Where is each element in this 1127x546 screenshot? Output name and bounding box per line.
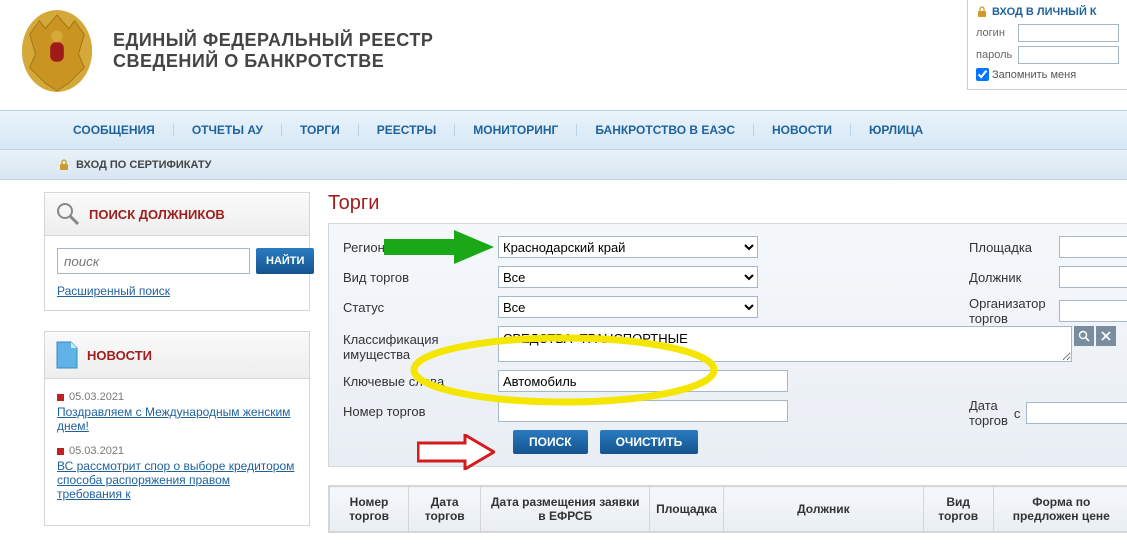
- news-item: 05.03.2021 Поздравляем с Международным ж…: [57, 391, 297, 433]
- platform-input[interactable]: [1059, 236, 1127, 258]
- page-header: ЕДИНЫЙ ФЕДЕРАЛЬНЫЙ РЕЕСТР СВЕДЕНИЙ О БАН…: [0, 0, 1127, 110]
- nav-item-registries[interactable]: РЕЕСТРЫ: [359, 124, 455, 136]
- col-pub-date: Дата размещения заявки в ЕФРСБ: [481, 487, 650, 532]
- platform-label: Площадка: [969, 240, 1059, 255]
- find-button[interactable]: НАЙТИ: [256, 248, 314, 274]
- annotation-red-arrow-icon: [417, 434, 495, 470]
- organizer-label: Организатор торгов: [969, 296, 1059, 326]
- trade-date-label: Дата торгов: [969, 398, 1008, 428]
- lock-icon: [976, 6, 988, 18]
- annotation-green-arrow-icon: [384, 230, 494, 264]
- keywords-label: Ключевые слова: [343, 374, 498, 389]
- advanced-search-link[interactable]: Расширенный поиск: [57, 284, 170, 298]
- date-from-label: с: [1014, 406, 1021, 421]
- col-trade-type: Вид торгов: [923, 487, 993, 532]
- filter-form: Регион Краснодарский край Вид торгов Все…: [328, 223, 1127, 467]
- keywords-input[interactable]: [498, 370, 788, 392]
- news-link[interactable]: Поздравляем с Международным женским днем…: [57, 405, 297, 433]
- main-nav: СООБЩЕНИЯ ОТЧЕТЫ АУ ТОРГИ РЕЕСТРЫ МОНИТО…: [0, 110, 1127, 150]
- news-title: НОВОСТИ: [87, 348, 152, 363]
- search-button[interactable]: ПОИСК: [513, 430, 588, 454]
- nav-item-messages[interactable]: СООБЩЕНИЯ: [55, 124, 174, 136]
- region-select[interactable]: Краснодарский край: [498, 236, 758, 258]
- remember-checkbox[interactable]: [976, 68, 989, 81]
- debtor-search-input[interactable]: [57, 248, 250, 274]
- document-icon: [55, 340, 79, 370]
- login-label: логин: [976, 27, 1018, 39]
- organizer-input[interactable]: [1059, 300, 1127, 322]
- classification-label: Классификация имущества: [343, 326, 498, 362]
- col-platform: Площадка: [650, 487, 724, 532]
- cert-bar-text: ВХОД ПО СЕРТИФИКАТУ: [76, 159, 211, 171]
- nav-item-news[interactable]: НОВОСТИ: [754, 124, 851, 136]
- lock-icon: [58, 159, 70, 171]
- trade-no-input[interactable]: [498, 400, 788, 422]
- col-debtor: Должник: [723, 487, 923, 532]
- magnifier-icon: [55, 201, 81, 227]
- login-input[interactable]: [1018, 24, 1119, 42]
- news-date: 05.03.2021: [57, 445, 297, 457]
- password-input[interactable]: [1018, 46, 1119, 64]
- col-offer-form: Форма по предложен цене: [993, 487, 1127, 532]
- nav-item-legal[interactable]: ЮРЛИЦА: [851, 124, 941, 136]
- trade-type-select[interactable]: Все: [498, 266, 758, 288]
- news-item: 05.03.2021 ВС рассмотрит спор о выборе к…: [57, 445, 297, 501]
- trade-no-label: Номер торгов: [343, 404, 498, 419]
- nav-item-monitoring[interactable]: МОНИТОРИНГ: [455, 124, 577, 136]
- debtor-search-panel: ПОИСК ДОЛЖНИКОВ НАЙТИ Расширенный поиск: [44, 192, 310, 311]
- clear-button[interactable]: ОЧИСТИТЬ: [600, 430, 699, 454]
- results-table: Номер торгов Дата торгов Дата размещения…: [328, 485, 1127, 533]
- status-select[interactable]: Все: [498, 296, 758, 318]
- debtor-label: Должник: [969, 270, 1059, 285]
- coat-of-arms-icon: [18, 6, 96, 96]
- debtor-input[interactable]: [1059, 266, 1127, 288]
- news-panel: НОВОСТИ 05.03.2021 Поздравляем с Междуна…: [44, 331, 310, 526]
- cert-login-bar[interactable]: ВХОД ПО СЕРТИФИКАТУ: [0, 150, 1127, 180]
- nav-item-trades[interactable]: ТОРГИ: [282, 124, 359, 136]
- login-widget: ВХОД В ЛИЧНЫЙ К логин пароль Запомнить м…: [967, 0, 1127, 90]
- remember-label: Запомнить меня: [992, 69, 1076, 81]
- col-trade-date: Дата торгов: [409, 487, 481, 532]
- col-trade-no: Номер торгов: [330, 487, 409, 532]
- debtor-search-title: ПОИСК ДОЛЖНИКОВ: [89, 207, 225, 222]
- nav-item-eaeu[interactable]: БАНКРОТСТВО В ЕАЭС: [577, 124, 754, 136]
- password-label: пароль: [976, 49, 1018, 61]
- trade-type-label: Вид торгов: [343, 270, 498, 285]
- login-header-text: ВХОД В ЛИЧНЫЙ К: [992, 6, 1097, 18]
- date-from-input[interactable]: [1026, 402, 1127, 424]
- news-date: 05.03.2021: [57, 391, 297, 403]
- page-title: Торги: [328, 192, 1127, 215]
- nav-item-reports[interactable]: ОТЧЕТЫ АУ: [174, 124, 282, 136]
- news-link[interactable]: ВС рассмотрит спор о выборе кредитором с…: [57, 459, 297, 501]
- status-label: Статус: [343, 300, 498, 315]
